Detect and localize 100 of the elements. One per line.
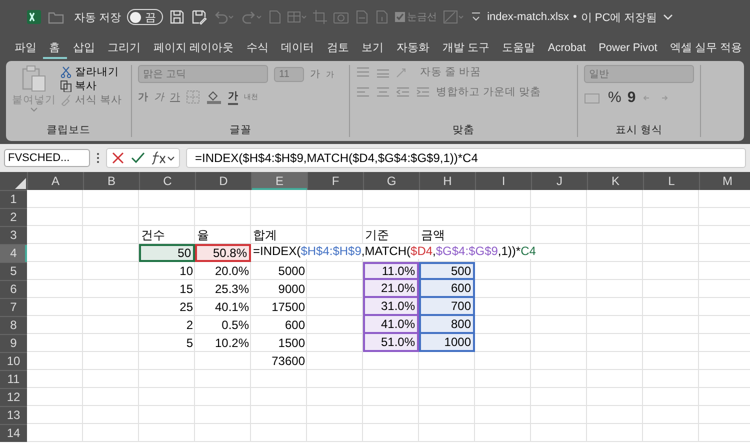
ribbon-tab[interactable]: 파일 (8, 36, 43, 59)
document-icon[interactable] (269, 10, 282, 24)
table-cell-text: 0.5% (220, 317, 250, 334)
document-icon[interactable] (375, 10, 390, 24)
table-cell-text: 2 (185, 317, 194, 334)
row-header[interactable]: 9 (0, 334, 27, 352)
paintbrush-icon (60, 94, 72, 106)
camera-icon[interactable] (333, 10, 350, 24)
row-header[interactable]: 13 (0, 406, 27, 424)
name-box[interactable]: FVSCHED... (4, 149, 90, 167)
referenced-cell: 31.0% (363, 298, 419, 316)
document-icon[interactable] (355, 10, 370, 24)
row-header[interactable]: 7 (0, 298, 27, 316)
group-label: 맞춤 (452, 123, 476, 137)
row-header[interactable]: 11 (0, 370, 27, 388)
function-icon[interactable] (151, 151, 175, 165)
file-name[interactable]: index-match.xlsx (487, 11, 569, 23)
table-cell-text: 10 (178, 263, 194, 280)
group-label: 글꼴 (228, 123, 252, 137)
table-cell-text: 73600 (270, 353, 306, 370)
column-header[interactable]: I (475, 172, 531, 190)
table-cell-text: 5 (185, 335, 194, 352)
customize-toolbar-icon[interactable] (471, 11, 482, 23)
more-options-icon[interactable] (96, 152, 100, 164)
chevron-down-icon[interactable] (663, 13, 674, 21)
row-header[interactable]: 6 (0, 280, 27, 298)
table-cell-text: 15 (178, 281, 194, 298)
ribbon-tab[interactable]: 개발 도구 (436, 36, 496, 59)
save-icon[interactable] (169, 9, 186, 25)
spreadsheet-app-icon (26, 9, 42, 25)
referenced-cell: 41.0% (363, 316, 419, 334)
referenced-cell: 51.0% (363, 334, 419, 352)
ribbon-tab[interactable]: 페이지 레이아웃 (147, 36, 240, 59)
crop-icon[interactable] (313, 10, 328, 24)
ribbon-tab[interactable]: 그리기 (101, 36, 148, 59)
ribbon-tab[interactable]: 홈 (42, 36, 67, 59)
row-header[interactable]: 14 (0, 424, 27, 442)
redo-icon[interactable] (241, 10, 264, 24)
column-header[interactable]: D (195, 172, 251, 190)
select-all-corner[interactable] (0, 172, 27, 190)
formula-input[interactable]: =INDEX($H$4:$H$9,MATCH($D4,$G$4:$G$9,1))*C4 (186, 148, 746, 168)
column-header[interactable]: L (643, 172, 699, 190)
table-cell-text: 합계 (252, 226, 278, 244)
column-header[interactable]: A (27, 172, 83, 190)
column-header[interactable]: K (587, 172, 643, 190)
row-header[interactable]: 8 (0, 316, 27, 334)
ribbon-tab[interactable]: 보기 (355, 36, 390, 59)
check-icon[interactable] (131, 151, 145, 165)
table-cell-text: 1500 (277, 335, 306, 352)
table-cell-text: 25.3% (214, 281, 250, 298)
column-header[interactable]: F (307, 172, 363, 190)
referenced-cell: 11.0% (363, 262, 419, 280)
save-as-icon[interactable] (191, 9, 208, 25)
column-header[interactable]: H (419, 172, 475, 190)
ribbon-tab[interactable]: 검토 (320, 36, 356, 59)
ribbon-tab[interactable]: 엑셀 실무 적용 (664, 36, 749, 59)
ribbon-tab[interactable]: 자동화 (390, 36, 436, 59)
row-header[interactable]: 3 (0, 226, 27, 244)
row-header[interactable]: 5 (0, 262, 27, 280)
ribbon-tab[interactable]: Power Pivot (592, 38, 664, 58)
referenced-cell: 500 (419, 262, 475, 280)
table-cell-text: 금액 (420, 226, 446, 244)
ribbon-tab[interactable]: 삽입 (66, 36, 102, 59)
row-header[interactable]: 12 (0, 388, 27, 406)
folder-icon[interactable] (48, 10, 64, 24)
column-header[interactable]: J (531, 172, 587, 190)
cancel-icon[interactable] (111, 151, 125, 165)
image-icon[interactable] (443, 10, 466, 24)
referenced-cell: 21.0% (363, 280, 419, 298)
table-icon[interactable] (287, 10, 308, 24)
column-header[interactable]: G (363, 172, 419, 190)
triangle-icon (13, 176, 27, 190)
undo-icon[interactable] (213, 10, 236, 24)
referenced-cell: 600 (419, 280, 475, 298)
column-header[interactable]: B (83, 172, 139, 190)
autosave-toggle[interactable]: 끔 (127, 9, 164, 25)
table-cell-text: 9000 (277, 281, 306, 298)
cell-editor[interactable]: =INDEX($H$4:$H$9,MATCH($D4,$G$4:$G$9,1))*C4 (251, 244, 538, 259)
column-header[interactable]: C (139, 172, 195, 190)
table-cell-text: 율 (196, 226, 210, 244)
ribbon-tab[interactable]: 데이터 (274, 36, 321, 59)
group-label: 클립보드 (46, 123, 92, 137)
caret-icon (30, 107, 38, 112)
column-header[interactable]: M (699, 172, 750, 190)
ribbon-tab[interactable]: Acrobat (542, 38, 592, 58)
row-header[interactable]: 2 (0, 208, 27, 226)
row-header[interactable]: 1 (0, 190, 27, 208)
checkmark-icon (395, 12, 406, 22)
table-cell-text: 40.1% (214, 299, 250, 316)
row-header[interactable]: 4 (0, 244, 27, 262)
referenced-cell: 1000 (419, 334, 475, 352)
ribbon-tab[interactable]: 수식 (240, 36, 275, 59)
column-header[interactable]: E (251, 172, 307, 190)
table-cell-text: 20.0% (214, 263, 250, 280)
save-status[interactable]: 이 PC에 저장됨 (580, 10, 658, 24)
row-header[interactable]: 10 (0, 352, 27, 370)
scissors-icon (60, 66, 72, 78)
copy-icon (60, 80, 72, 92)
separator-dot: • (572, 11, 577, 23)
ribbon-tab[interactable]: 도움말 (496, 36, 542, 59)
